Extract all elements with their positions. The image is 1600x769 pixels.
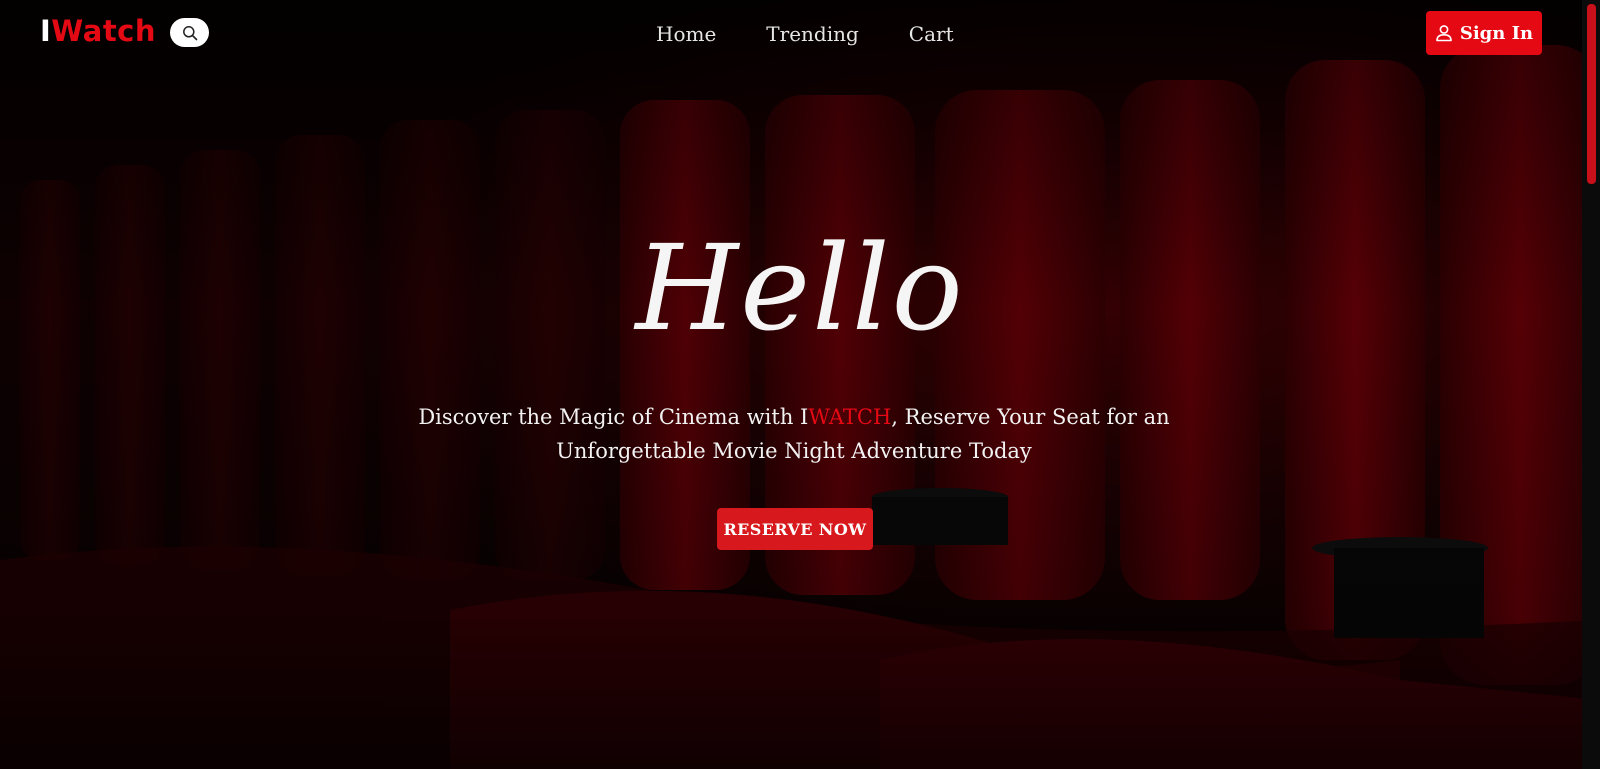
hero-title: Hello <box>635 219 965 357</box>
page: IWatch Home Trending Cart Sign In Hello … <box>0 0 1600 769</box>
hero-subtitle-brand: WATCH <box>808 405 892 429</box>
nav-trending[interactable]: Trending <box>766 22 859 46</box>
search-icon <box>182 25 197 40</box>
logo[interactable]: IWatch <box>40 14 156 48</box>
search-button[interactable] <box>170 18 209 47</box>
user-icon <box>1436 25 1452 42</box>
nav-home[interactable]: Home <box>656 22 716 46</box>
background-overlay <box>0 0 1600 769</box>
hero-subtitle-before: Discover the Magic of Cinema with I <box>418 405 809 429</box>
scrollbar[interactable] <box>1582 0 1600 769</box>
sign-in-button[interactable]: Sign In <box>1426 11 1542 55</box>
hero-subtitle: Discover the Magic of Cinema with IWATCH… <box>400 400 1188 468</box>
logo-suffix: Watch <box>51 14 157 48</box>
scrollbar-thumb[interactable] <box>1587 4 1596 184</box>
main-nav: Home Trending Cart <box>656 22 1004 46</box>
header: IWatch Home Trending Cart Sign In <box>0 0 1582 70</box>
reserve-now-button[interactable]: RESERVE NOW <box>717 508 873 550</box>
nav-cart[interactable]: Cart <box>909 22 954 46</box>
sign-in-label: Sign In <box>1459 22 1534 44</box>
logo-prefix: I <box>40 14 52 48</box>
